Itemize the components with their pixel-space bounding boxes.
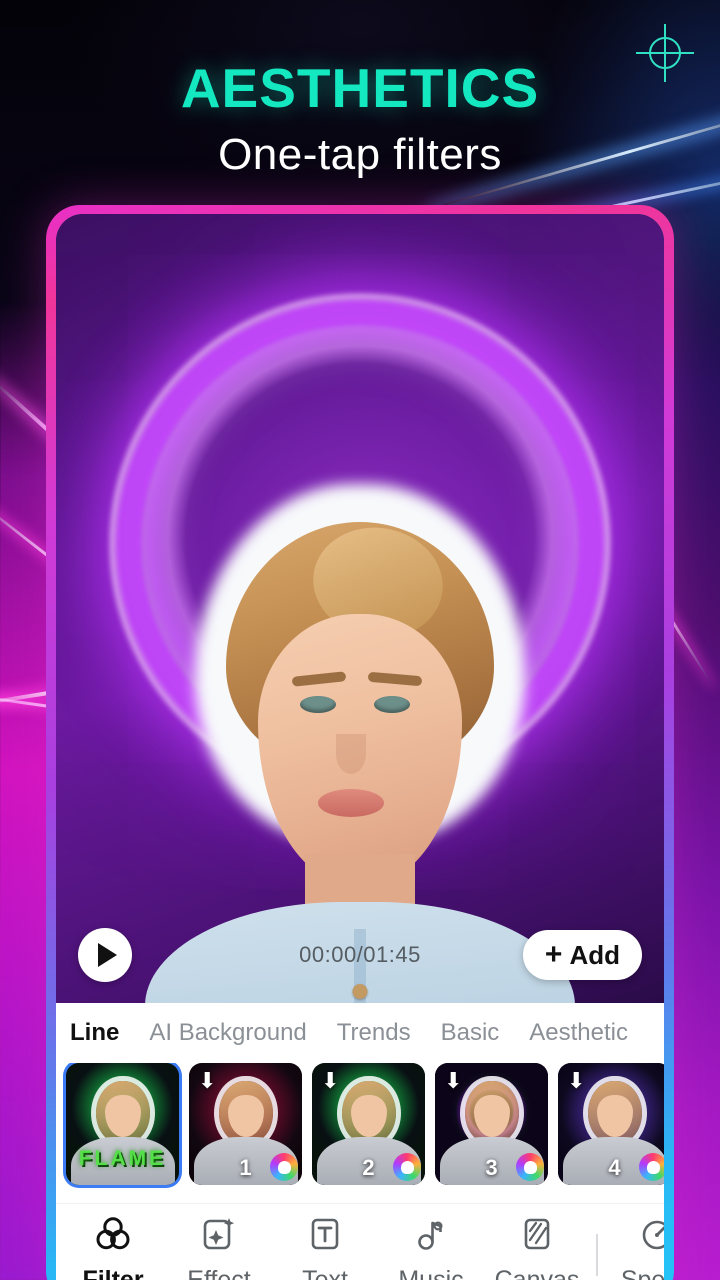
filter-category-tabs: Line AI Background Trends Basic Aesthetic — [56, 1003, 664, 1063]
play-icon — [98, 943, 117, 967]
filter-number: 1 — [239, 1155, 252, 1180]
filter-thumbnail[interactable]: ⬇ 2 — [312, 1063, 425, 1185]
filter-number: 2 — [362, 1155, 375, 1180]
filter-thumbnail[interactable]: FLAME — [66, 1063, 179, 1185]
tab-ai-background[interactable]: AI Background — [149, 1019, 306, 1047]
filter-number: 3 — [485, 1155, 498, 1180]
filter-number: 4 — [608, 1155, 621, 1180]
timestamp-label: 00:00/01:45 — [299, 942, 421, 967]
thumbnail-head — [464, 1081, 519, 1143]
toolbar-divider — [596, 1233, 598, 1276]
toolbar-item-speed[interactable]: Speed — [604, 1214, 664, 1280]
phone-screen: 00:00/01:45 + Add Line AI Background Trend… — [56, 214, 664, 1280]
filter-thumbnail[interactable]: ⬇ 4 — [558, 1063, 664, 1185]
tab-line[interactable]: Line — [70, 1019, 119, 1047]
filter-thumbnail-list: FLAME ⬇ 1 ⬇ 2 ⬇ 3 ⬇ 4 — [56, 1063, 664, 1203]
pro-badge-icon[interactable] — [639, 1153, 664, 1181]
page-subtitle: One-tap filters — [218, 130, 502, 179]
toolbar-item-label: Canvas — [494, 1266, 580, 1280]
tab-basic[interactable]: Basic — [441, 1019, 500, 1047]
add-button[interactable]: + Add — [522, 930, 642, 980]
filter-label: FLAME — [78, 1147, 167, 1170]
toolbar-item-text[interactable]: Text — [272, 1214, 378, 1280]
speedometer-icon — [637, 1214, 664, 1259]
page-title: AESTHETICS — [180, 57, 540, 119]
pro-badge-icon[interactable] — [393, 1153, 421, 1181]
add-button-label: Add — [569, 939, 620, 970]
toolbar-item-music[interactable]: Music — [378, 1214, 484, 1280]
sparkle-effect-icon — [199, 1214, 239, 1259]
tab-aesthetic[interactable]: Aesthetic — [529, 1019, 628, 1047]
music-note-icon — [411, 1214, 451, 1259]
download-icon[interactable]: ⬇ — [198, 1070, 216, 1092]
crosshair-icon — [636, 24, 694, 82]
thumbnail-head — [587, 1081, 642, 1143]
video-preview[interactable]: 00:00/01:45 + Add — [56, 214, 664, 1003]
thumbnail-head — [218, 1081, 273, 1143]
toolbar-item-label: Music — [398, 1266, 464, 1280]
filter-thumbnail[interactable]: ⬇ 3 — [435, 1063, 548, 1185]
toolbar-item-label: Text — [302, 1266, 348, 1280]
promo-header: AESTHETICS One-tap filters — [0, 0, 720, 180]
toolbar-item-label: Effect — [187, 1266, 251, 1280]
plus-icon: + — [544, 938, 563, 971]
toolbar-item-canvas[interactable]: Canvas — [484, 1214, 590, 1280]
download-icon[interactable]: ⬇ — [321, 1070, 339, 1092]
toolbar-item-effect[interactable]: Effect — [166, 1214, 272, 1280]
toolbar-item-label: Filter — [82, 1266, 144, 1280]
toolbar-item-label: Speed — [620, 1266, 664, 1280]
tab-trends[interactable]: Trends — [337, 1019, 411, 1047]
editor-toolbar: Filter Effect Text Music Canvas Speed — [56, 1203, 664, 1280]
canvas-ratio-icon — [517, 1214, 557, 1259]
player-controls: 00:00/01:45 + Add — [56, 907, 664, 1003]
pro-badge-icon[interactable] — [516, 1153, 544, 1181]
phone-mockup-frame: 00:00/01:45 + Add Line AI Background Trend… — [46, 205, 674, 1280]
text-t-icon — [305, 1214, 345, 1259]
download-icon[interactable]: ⬇ — [567, 1070, 585, 1092]
filter-circles-icon — [93, 1214, 133, 1259]
filter-thumbnail[interactable]: ⬇ 1 — [189, 1063, 302, 1185]
download-icon[interactable]: ⬇ — [444, 1070, 462, 1092]
promo-screenshot: AESTHETICS One-tap filters 00:00/01:45 +… — [0, 0, 720, 1280]
play-button[interactable] — [78, 928, 132, 982]
toolbar-item-filter[interactable]: Filter — [60, 1214, 166, 1280]
pro-badge-icon[interactable] — [270, 1153, 298, 1181]
thumbnail-head — [95, 1081, 150, 1143]
thumbnail-head — [341, 1081, 396, 1143]
